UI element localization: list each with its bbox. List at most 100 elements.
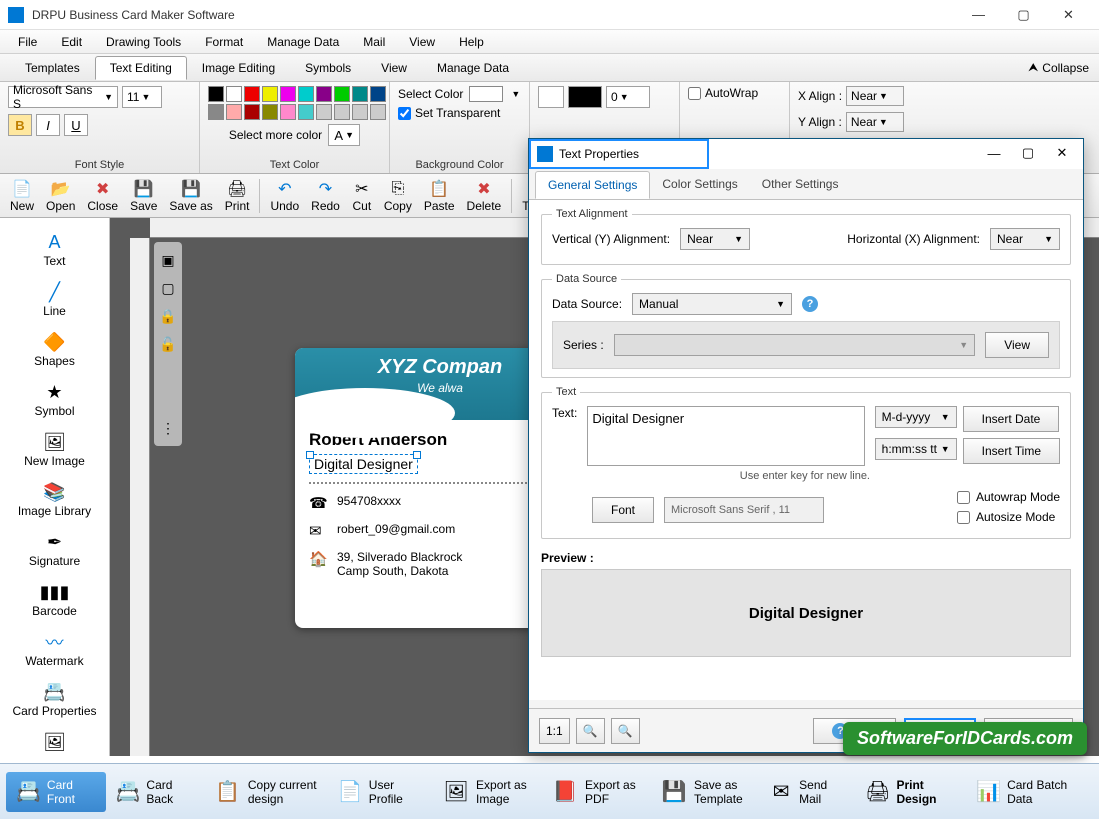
tool-signature[interactable]: ✒Signature	[0, 524, 109, 574]
new-button[interactable]: 📄New	[4, 177, 40, 215]
print-design-button[interactable]: 🖨Print Design	[855, 772, 966, 812]
autowrap-mode-checkbox[interactable]	[957, 491, 970, 504]
tool-symbol[interactable]: ★Symbol	[0, 374, 109, 424]
app-icon	[8, 7, 24, 23]
font-display: Microsoft Sans Serif , 11	[664, 497, 824, 523]
text-input[interactable]	[587, 406, 864, 466]
tab-image-editing[interactable]: Image Editing	[187, 56, 290, 80]
maximize-button[interactable]: ▢	[1001, 0, 1046, 30]
dialog-tab-other[interactable]: Other Settings	[750, 171, 851, 199]
saveas-button[interactable]: 💾Save as	[163, 177, 218, 215]
font-size-select[interactable]: 11▼	[122, 86, 162, 108]
zoom-in-button[interactable]: 🔍	[611, 718, 640, 744]
zoom-fit-button[interactable]: 1:1	[539, 718, 570, 744]
send-mail-button[interactable]: ✉Send Mail	[759, 772, 855, 812]
menu-file[interactable]: File	[6, 32, 49, 52]
save-button[interactable]: 💾Save	[124, 177, 163, 215]
dialog-minimize-button[interactable]: —	[977, 141, 1011, 165]
bold-button[interactable]: B	[8, 114, 32, 136]
menu-manage-data[interactable]: Manage Data	[255, 32, 351, 52]
delete-button[interactable]: ✖Delete	[461, 177, 508, 215]
tool-image-library[interactable]: 📚Image Library	[0, 474, 109, 524]
tab-view[interactable]: View	[366, 56, 422, 80]
menu-drawing-tools[interactable]: Drawing Tools	[94, 32, 193, 52]
y-align-select[interactable]: Near▼	[846, 112, 904, 132]
zoom-out-button[interactable]: 🔍	[576, 718, 605, 744]
card-front-button[interactable]: 📇Card Front	[6, 772, 106, 812]
save-template-button[interactable]: 💾Save as Template	[650, 772, 759, 812]
dialog-tab-color[interactable]: Color Settings	[650, 171, 749, 199]
tool-card-properties[interactable]: 📇Card Properties	[0, 674, 109, 724]
insert-date-button[interactable]: Insert Date	[963, 406, 1060, 432]
layer-bring-front-icon[interactable]: ▣	[154, 246, 182, 274]
underline-button[interactable]: U	[64, 114, 88, 136]
card-role-selected[interactable]: Digital Designer	[309, 454, 418, 474]
user-profile-button[interactable]: 📄User Profile	[328, 772, 432, 812]
close-file-button[interactable]: ✖Close	[81, 177, 124, 215]
menu-edit[interactable]: Edit	[49, 32, 94, 52]
layer-down-icon[interactable]	[154, 386, 182, 414]
autowrap-checkbox[interactable]	[688, 87, 701, 100]
layer-send-back-icon[interactable]: ▢	[154, 274, 182, 302]
dialog-maximize-button[interactable]: ▢	[1011, 141, 1045, 165]
menu-view[interactable]: View	[397, 32, 447, 52]
minimize-button[interactable]: —	[956, 0, 1001, 30]
view-button[interactable]: View	[985, 332, 1049, 358]
tool-card-background[interactable]: 🖼Card Background	[0, 724, 109, 756]
x-align-select[interactable]: Near▼	[846, 86, 904, 106]
tool-watermark[interactable]: 〰Watermark	[0, 624, 109, 674]
undo-button[interactable]: ↶Undo	[264, 177, 305, 215]
tab-text-editing[interactable]: Text Editing	[95, 56, 187, 80]
h-align-select[interactable]: Near▼	[990, 228, 1060, 250]
tool-shapes[interactable]: 🔶Shapes	[0, 324, 109, 374]
collapse-button[interactable]: ⮝Collapse	[1028, 60, 1089, 75]
dialog-close-button[interactable]: ✕	[1045, 141, 1079, 165]
autosize-mode-checkbox[interactable]	[957, 511, 970, 524]
layer-up-icon[interactable]	[154, 358, 182, 386]
bg-color-swatch[interactable]	[469, 86, 503, 102]
tool-barcode[interactable]: ▮▮▮Barcode	[0, 574, 109, 624]
layer-unlock-icon[interactable]: 🔓	[154, 330, 182, 358]
export-pdf-button[interactable]: 📕Export as PDF	[541, 772, 650, 812]
paste-button[interactable]: 📋Paste	[418, 177, 461, 215]
color-palette[interactable]	[208, 86, 381, 120]
cut-button[interactable]: ✂Cut	[346, 177, 378, 215]
dialog-titlebar[interactable]: Text Properties	[529, 139, 709, 169]
date-format-select[interactable]: M-d-yyyy▼	[875, 406, 957, 428]
menu-help[interactable]: Help	[447, 32, 496, 52]
tab-symbols[interactable]: Symbols	[290, 56, 366, 80]
tool-line[interactable]: ╱Line	[0, 274, 109, 324]
export-image-button[interactable]: 🖼Export as Image	[432, 772, 541, 812]
menu-format[interactable]: Format	[193, 32, 255, 52]
font-button[interactable]: Font	[592, 497, 654, 523]
tool-text[interactable]: AText	[0, 224, 109, 274]
italic-button[interactable]: I	[36, 114, 60, 136]
tab-templates[interactable]: Templates	[10, 56, 95, 80]
font-family-select[interactable]: Microsoft Sans S▼	[8, 86, 118, 108]
time-format-select[interactable]: h:mm:ss tt▼	[875, 438, 957, 460]
font-color-button[interactable]: A▼	[328, 124, 360, 146]
menu-mail[interactable]: Mail	[351, 32, 397, 52]
copy-button[interactable]: ⎘Copy	[378, 177, 418, 215]
border-color-select[interactable]	[568, 86, 602, 108]
tool-new-image[interactable]: 🖼New Image	[0, 424, 109, 474]
help-icon[interactable]: ?	[802, 296, 818, 312]
data-source-select[interactable]: Manual▼	[632, 293, 792, 315]
open-button[interactable]: 📂Open	[40, 177, 81, 215]
layer-mini-toolbar: ▣ ▢ 🔒 🔓 ⋮	[154, 242, 182, 446]
border-style-select[interactable]	[538, 86, 564, 108]
insert-time-button[interactable]: Insert Time	[963, 438, 1060, 464]
redo-button[interactable]: ↷Redo	[305, 177, 346, 215]
layer-more-icon[interactable]: ⋮	[154, 414, 182, 442]
layer-lock-icon[interactable]: 🔒	[154, 302, 182, 330]
tab-manage-data[interactable]: Manage Data	[422, 56, 524, 80]
close-button[interactable]: ✕	[1046, 0, 1091, 30]
set-transparent-checkbox[interactable]	[398, 107, 411, 120]
dialog-tab-general[interactable]: General Settings	[535, 171, 650, 199]
card-batch-button[interactable]: 📊Card Batch Data	[966, 772, 1093, 812]
v-align-select[interactable]: Near▼	[680, 228, 750, 250]
card-back-button[interactable]: 📇Card Back	[106, 772, 204, 812]
copy-design-button[interactable]: 📋Copy current design	[204, 772, 328, 812]
print-button[interactable]: 🖨Print	[219, 177, 256, 215]
border-width-select[interactable]: 0▼	[606, 86, 650, 108]
